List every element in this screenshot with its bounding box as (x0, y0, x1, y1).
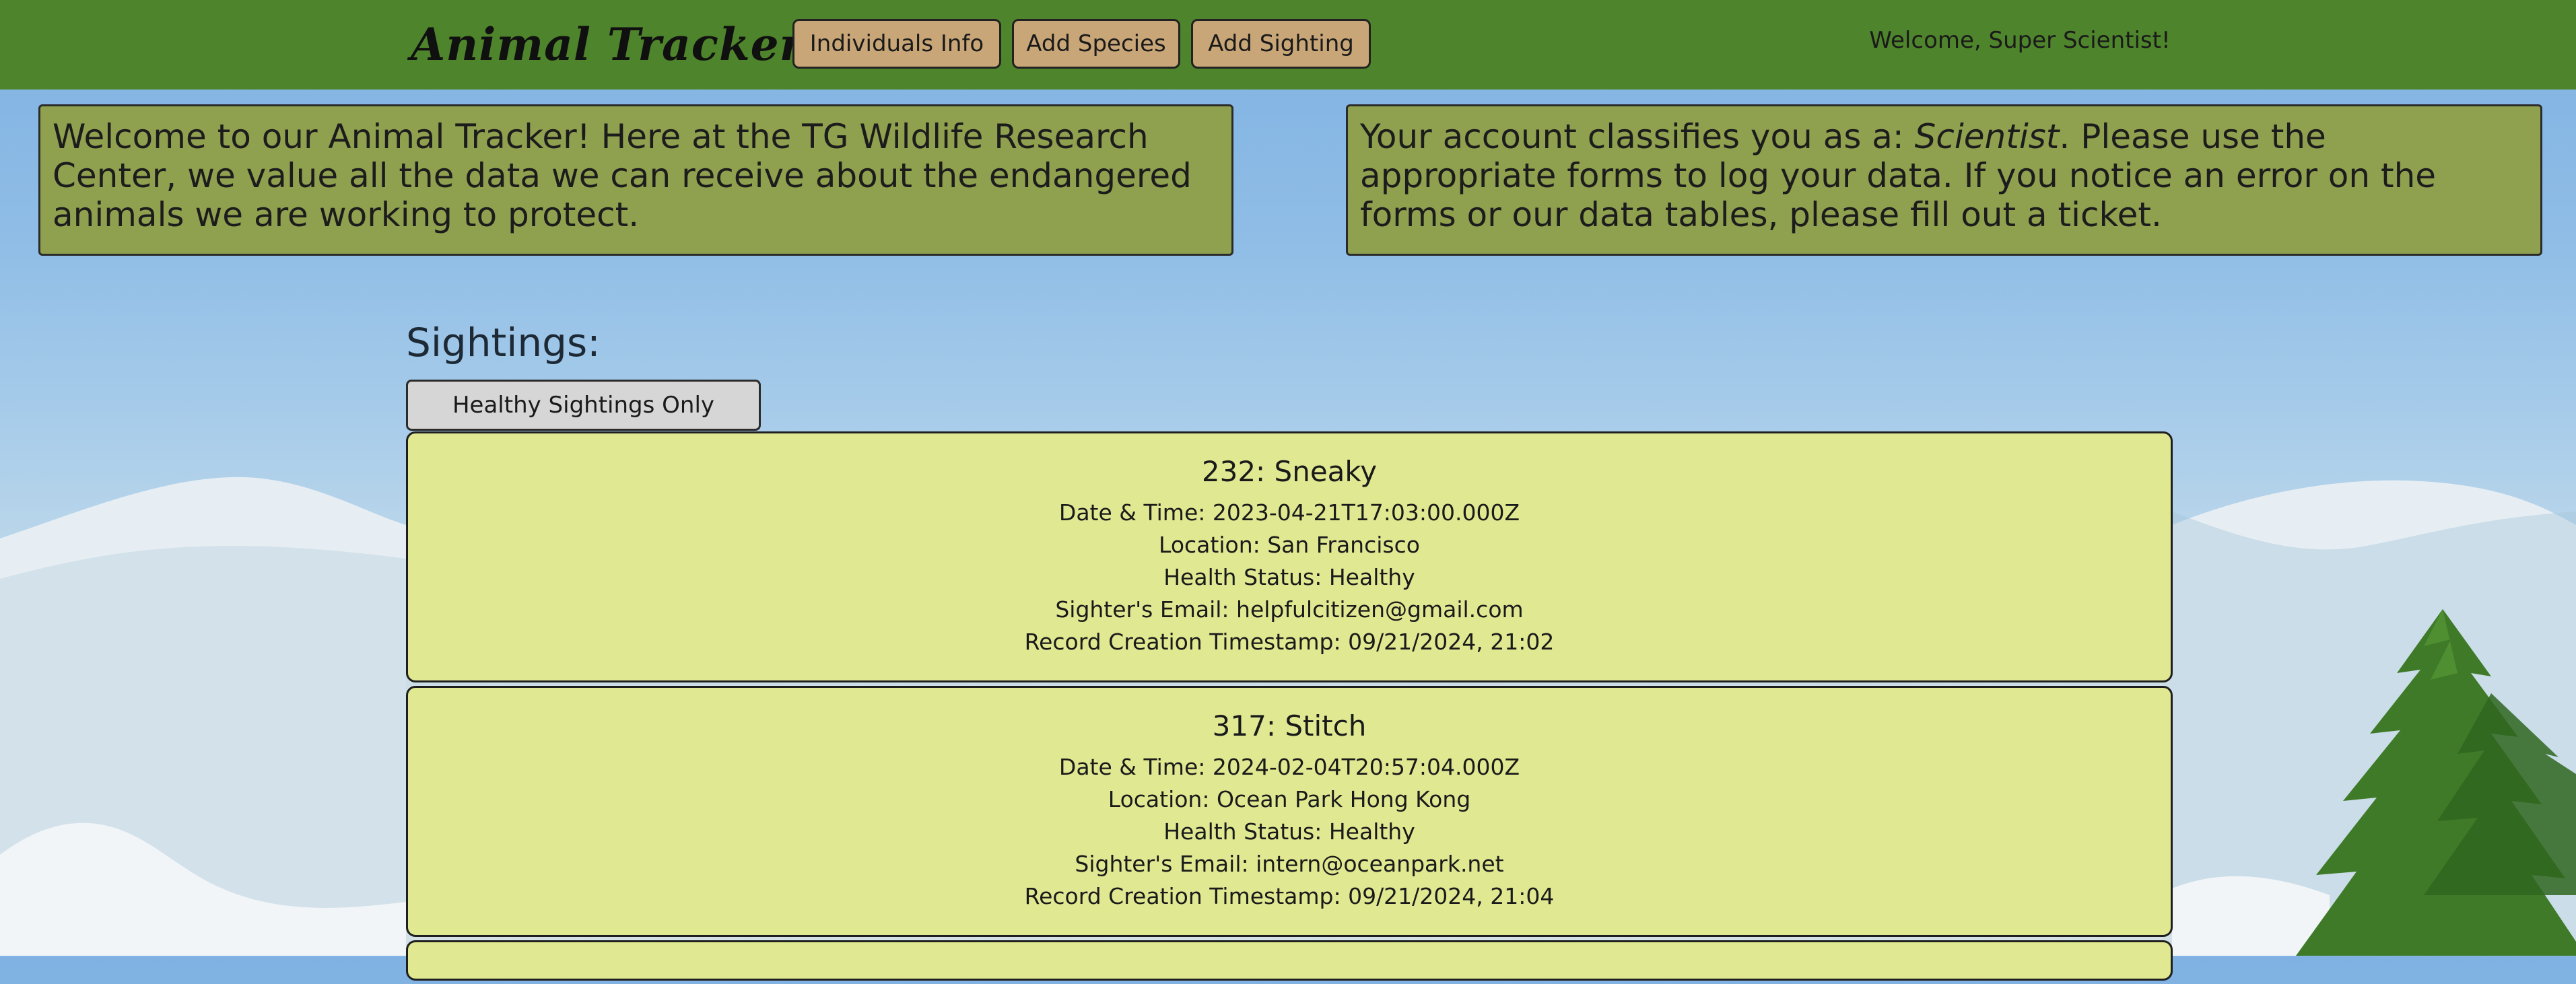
sighting-title: 232: Sneaky (1201, 455, 1378, 488)
account-text-prefix: Your account classifies you as a: (1360, 117, 1915, 156)
top-navigation-bar: Animal Tracker Individuals Info Add Spec… (0, 0, 2576, 90)
brand-title: Animal Tracker (411, 18, 804, 71)
account-role: Scientist (1914, 117, 2060, 156)
sightings-heading: Sightings: (406, 320, 601, 365)
welcome-user-text: Welcome, Super Scientist! (1869, 27, 2171, 54)
individuals-info-button[interactable]: Individuals Info (792, 19, 1001, 69)
sighting-created-timestamp: Record Creation Timestamp: 09/21/2024, 2… (1024, 883, 1555, 909)
sighting-health-status: Health Status: Healthy (1163, 564, 1415, 590)
sighting-email: Sighter's Email: intern@oceanpark.net (1075, 851, 1504, 877)
add-species-button[interactable]: Add Species (1012, 19, 1180, 69)
brand-logo[interactable]: Animal Tracker (411, 12, 844, 77)
sightings-list: 232: Sneaky Date & Time: 2023-04-21T17:0… (406, 431, 2173, 984)
sighting-location: Location: San Francisco (1159, 532, 1420, 558)
intro-text: Welcome to our Animal Tracker! Here at t… (53, 117, 1192, 234)
sighting-title: 317: Stitch (1212, 709, 1367, 742)
sighting-card: 232: Sneaky Date & Time: 2023-04-21T17:0… (406, 431, 2173, 682)
sighting-datetime: Date & Time: 2024-02-04T20:57:04.000Z (1058, 754, 1520, 780)
sighting-datetime: Date & Time: 2023-04-21T17:03:00.000Z (1058, 499, 1520, 526)
add-sighting-button[interactable]: Add Sighting (1191, 19, 1371, 69)
sighting-card: 317: Stitch Date & Time: 2024-02-04T20:5… (406, 686, 2173, 937)
sighting-health-status: Health Status: Healthy (1163, 818, 1415, 845)
sighting-location: Location: Ocean Park Hong Kong (1108, 786, 1471, 812)
sighting-card-partial (406, 940, 2173, 981)
account-panel: Your account classifies you as a: Scient… (1346, 104, 2542, 256)
intro-panel: Welcome to our Animal Tracker! Here at t… (38, 104, 1233, 256)
sighting-created-timestamp: Record Creation Timestamp: 09/21/2024, 2… (1024, 629, 1555, 655)
sighting-email: Sighter's Email: helpfulcitizen@gmail.co… (1055, 596, 1524, 623)
healthy-sightings-filter-button[interactable]: Healthy Sightings Only (406, 380, 761, 431)
